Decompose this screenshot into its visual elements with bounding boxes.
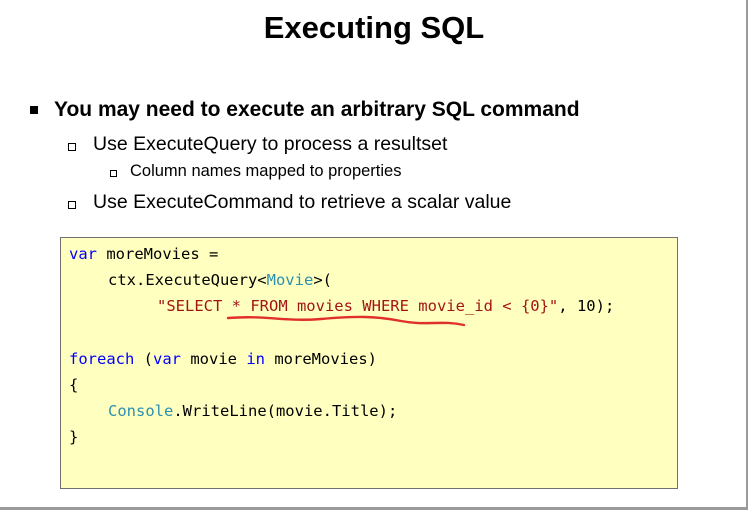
code-text: { <box>69 376 79 394</box>
slide-title: Executing SQL <box>263 10 485 45</box>
code-text: movie <box>181 350 247 368</box>
main-bullet: You may need to execute an arbitrary SQL… <box>26 98 580 122</box>
code-text: moreMovies = <box>97 245 219 263</box>
hollow-square-bullet-icon <box>110 169 117 177</box>
main-bullet-text: You may need to execute an arbitrary SQL… <box>54 98 580 121</box>
code-text: , 10); <box>558 297 615 315</box>
hollow-square-bullet-icon <box>68 142 76 151</box>
code-text: moreMovies) <box>265 350 377 368</box>
slide: Executing SQL You may need to execute an… <box>0 0 748 510</box>
code-line-1: var moreMovies = <box>69 245 218 263</box>
handwritten-underline-annotation <box>226 315 466 327</box>
code-keyword: in <box>246 350 265 368</box>
code-line-2: ctx.ExecuteQuery<Movie>( <box>108 271 332 289</box>
code-text: } <box>69 428 79 446</box>
sub-bullet-2: Use ExecuteCommand to retrieve a scalar … <box>68 191 511 214</box>
hollow-square-bullet-icon <box>68 200 76 209</box>
code-text: .WriteLine(movie.Title); <box>173 402 398 420</box>
code-line-6: Console.WriteLine(movie.Title); <box>108 402 397 420</box>
sub-sub-bullet: Column names mapped to properties <box>110 162 401 181</box>
sub-bullet-2-text: Use ExecuteCommand to retrieve a scalar … <box>93 191 512 213</box>
sub-sub-bullet-text: Column names mapped to properties <box>130 162 402 180</box>
code-line-5: { <box>69 376 78 394</box>
sub-bullet-1-text: Use ExecuteQuery to process a resultset <box>93 133 448 155</box>
code-line-7: } <box>69 428 78 446</box>
code-keyword: foreach <box>69 350 135 368</box>
code-keyword: var <box>69 245 97 263</box>
code-line-4: foreach (var movie in moreMovies) <box>69 350 377 368</box>
code-text: ctx.ExecuteQuery< <box>108 271 267 289</box>
sub-bullet-1: Use ExecuteQuery to process a resultset <box>68 133 447 156</box>
square-bullet-icon <box>30 106 38 114</box>
code-line-3: "SELECT * FROM movies WHERE movie_id < {… <box>157 297 614 315</box>
code-type: Movie <box>266 271 314 289</box>
code-type: Console <box>108 402 174 420</box>
code-text: >( <box>313 271 332 289</box>
code-keyword: var <box>153 350 181 368</box>
code-text: ( <box>134 350 153 368</box>
code-string: "SELECT * FROM movies WHERE movie_id < {… <box>157 297 559 315</box>
